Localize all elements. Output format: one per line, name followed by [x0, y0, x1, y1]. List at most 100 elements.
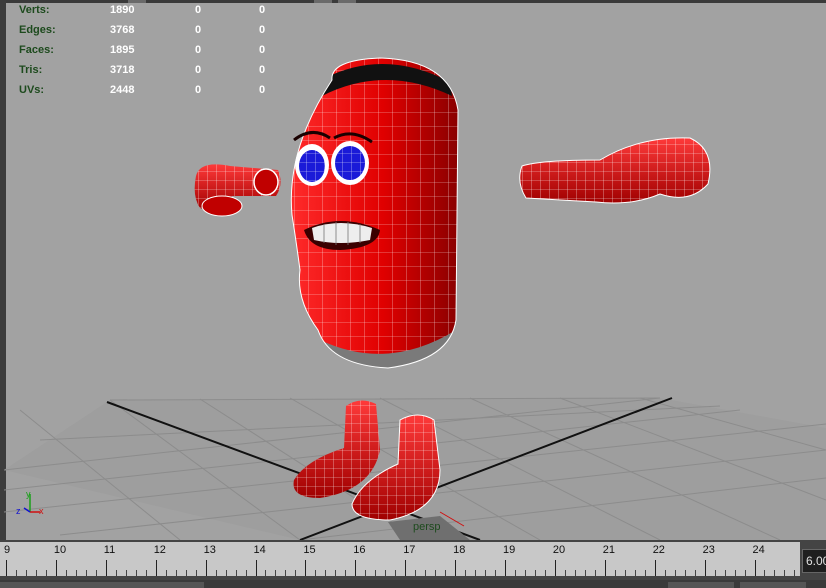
timeline-tick-label: 15 [303, 544, 316, 556]
timeline-tick-label: 9 [4, 544, 11, 556]
timeline-minor-tick [245, 570, 247, 576]
timeline-minor-tick [644, 570, 646, 576]
hud-label: Verts: [19, 4, 50, 16]
hud-value: 0 [259, 4, 266, 16]
timeline-minor-tick [215, 570, 217, 576]
timeline-tick-label: 10 [53, 544, 67, 556]
range-slider-segment[interactable] [0, 582, 204, 588]
timeline-minor-tick [674, 570, 676, 576]
timeline-tick-mark [55, 560, 57, 576]
timeline-tick-mark [105, 560, 107, 576]
timeline-minor-tick [614, 570, 616, 576]
timeline-tick-label: 22 [652, 544, 665, 556]
timeline-minor-tick [235, 570, 237, 576]
hud-label: Tris: [19, 64, 43, 76]
timeline-minor-tick [634, 570, 636, 576]
timeline-minor-tick [734, 570, 736, 576]
timeline-tick-label: 21 [602, 544, 616, 556]
character-right-hand[interactable] [519, 137, 711, 204]
timeline-minor-tick [445, 570, 447, 576]
timeline-minor-tick [564, 570, 566, 576]
hud-value: 0 [195, 84, 202, 96]
timeline-tick-mark [355, 560, 357, 576]
timeline-minor-tick [764, 570, 766, 576]
timeline-tick-mark [255, 560, 257, 576]
timeline-minor-tick [684, 570, 686, 576]
hud-value: 0 [259, 64, 266, 76]
timeline-tick-label: 18 [453, 544, 466, 556]
timeline-minor-tick [315, 570, 317, 576]
timeline-tick-mark [455, 560, 457, 576]
range-slider-segment[interactable] [668, 582, 734, 588]
timeline-minor-tick [15, 570, 17, 576]
timeline-minor-tick [275, 570, 277, 576]
timeline-tick-mark [6, 560, 7, 576]
hud-value: 0 [259, 84, 266, 96]
timeline-minor-tick [514, 570, 516, 576]
timeline-minor-tick [574, 570, 576, 576]
timeline-minor-tick [724, 570, 726, 576]
3d-scene[interactable]: y x z persp [0, 0, 826, 540]
range-slider-segment[interactable] [740, 582, 806, 588]
timeline-tick-mark [554, 560, 556, 576]
timeline-minor-tick [325, 570, 327, 576]
timeline-minor-tick [465, 570, 467, 576]
hud-label: UVs: [19, 84, 45, 96]
timeline-minor-tick [784, 570, 786, 576]
timeline-tick-label: 19 [503, 544, 516, 556]
timeline-minor-tick [285, 570, 287, 576]
timeline-minor-tick [594, 570, 596, 576]
timeline-minor-tick [185, 570, 187, 576]
current-frame-field[interactable]: 6.00 [802, 549, 826, 573]
timeline-minor-tick [35, 570, 37, 576]
timeline-minor-tick [624, 570, 626, 576]
timeline-minor-tick [435, 570, 437, 576]
timeline-minor-tick [95, 570, 97, 576]
perspective-viewport[interactable]: y x z persp Verts: 1890 0 0 Edges: 3768 0 0 Face… [0, 0, 826, 540]
timeline-tick-mark [205, 560, 207, 576]
timeline-minor-tick [195, 570, 197, 576]
character-body[interactable] [280, 50, 470, 380]
timeline-minor-tick [485, 570, 487, 576]
timeline-tick-mark [505, 560, 506, 576]
timeline-minor-tick [385, 570, 387, 576]
timeline-minor-tick [584, 570, 586, 576]
timeline-minor-tick [25, 570, 27, 576]
hud-value: 0 [259, 44, 266, 56]
timeline-tick-label: 13 [203, 544, 216, 556]
hud-value: 1895 [110, 44, 135, 56]
hud-value: 2448 [110, 84, 135, 96]
timeline-minor-tick [335, 570, 337, 576]
timeline-tick-label: 11 [103, 544, 116, 556]
timeline-minor-tick [115, 570, 117, 576]
timeline-minor-tick [65, 570, 67, 576]
timeline-minor-tick [145, 570, 147, 576]
timeline-minor-tick [664, 570, 666, 576]
timeline-minor-tick [534, 570, 536, 576]
hud-value: 0 [195, 24, 202, 36]
range-slider-bar[interactable] [0, 580, 826, 588]
timeline-minor-tick [774, 570, 776, 576]
timeline-minor-tick [365, 570, 367, 576]
timeline-tick-mark [754, 560, 756, 576]
timeline-tick-mark [305, 560, 307, 576]
timeline-tick-label: 14 [253, 544, 266, 556]
hud-value: 0 [195, 64, 202, 76]
timeline-ruler[interactable]: 9 10 11 12 13 14 15 16 17 18 19 20 21 22 23 24 [0, 542, 800, 576]
timeline-minor-tick [125, 570, 127, 576]
hud-label: Edges: [19, 24, 56, 36]
timeline-tick-mark [704, 560, 706, 576]
timeline-minor-tick [85, 570, 87, 576]
timeline-minor-tick [225, 570, 227, 576]
timeline-tick-label: 20 [552, 544, 566, 556]
timeline-tick-mark [405, 560, 407, 576]
axis-x-label: x [39, 506, 44, 516]
timeline-minor-tick [495, 570, 497, 576]
character-left-hand[interactable] [194, 164, 281, 217]
timeline-minor-tick [415, 570, 417, 576]
timeline-tick-label: 17 [403, 544, 416, 556]
timeline-minor-tick [135, 570, 137, 576]
timeline-minor-tick [395, 570, 397, 576]
timeline-tick-label: 16 [353, 544, 366, 556]
timeline-minor-tick [345, 570, 347, 576]
